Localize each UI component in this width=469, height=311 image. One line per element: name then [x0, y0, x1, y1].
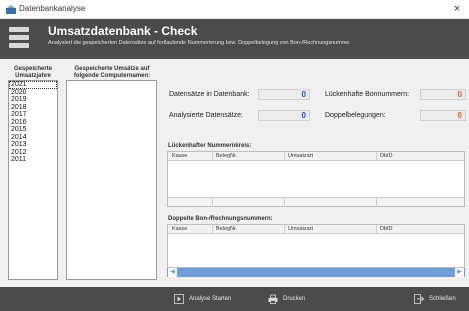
print-label: Drucken — [283, 296, 306, 302]
gaps-section-title: Lückenhafter Nummernkreis: — [168, 143, 252, 149]
analysed-value: 0 — [258, 110, 310, 121]
footer-bar: Analyse Starten Drucken Schließen — [0, 287, 469, 311]
analysed-label: Analysierte Datensätze: — [169, 112, 243, 119]
year-item[interactable]: 2021 — [9, 81, 57, 89]
dupes-table-header: Kasse BelegNr. Umsatzart DbID — [168, 225, 464, 234]
menu-logo-icon — [9, 27, 29, 49]
year-item[interactable]: 2013 — [9, 141, 57, 149]
printer-icon — [268, 294, 278, 304]
close-button[interactable]: Schließen — [414, 293, 456, 305]
dupes-table[interactable]: Kasse BelegNr. Umsatzart DbID — [167, 224, 465, 268]
records-value: 0 — [258, 89, 310, 100]
page-subtitle: Analysiert die gespeicherten Datensätze … — [48, 40, 350, 46]
computers-list-label: Gespeicherte Umsätze auf folgende Comput… — [64, 66, 160, 80]
scroll-left-icon[interactable]: ◀ — [168, 268, 177, 277]
year-item[interactable]: 2018 — [9, 104, 57, 112]
gaps-table-header: Kasse BelegNr. Umsatzart DbID — [168, 152, 464, 161]
gaps-table[interactable]: Kasse BelegNr. Umsatzart DbID — [167, 151, 465, 207]
gaps-col-dbid[interactable]: DbID — [380, 153, 393, 159]
close-icon[interactable]: × — [449, 1, 465, 17]
year-item[interactable]: 2014 — [9, 134, 57, 142]
print-button[interactable]: Drucken — [268, 293, 305, 305]
dupes-col-umsatzart[interactable]: Umsatzart — [288, 226, 313, 232]
year-item[interactable]: 2011 — [9, 156, 57, 164]
dupes-col-kasse[interactable]: Kasse — [172, 226, 187, 232]
computers-label-line1: Gespeicherte Umsätze auf — [74, 66, 150, 72]
page-title: Umsatzdatenbank - Check — [48, 24, 198, 38]
window-titlebar: Datenbankanalyse × — [0, 0, 469, 19]
scroll-right-icon[interactable]: ▶ — [455, 268, 464, 277]
duplicates-value: 0 — [420, 110, 466, 121]
computers-label-line2: folgende Computernamen: — [73, 73, 151, 79]
year-item[interactable]: 2017 — [9, 111, 57, 119]
gaps-col-kasse[interactable]: Kasse — [172, 153, 187, 159]
year-item[interactable]: 2016 — [9, 119, 57, 127]
years-list[interactable]: 2021 2020 2019 2018 2017 2016 2015 2014 2013 2012… — [8, 80, 58, 280]
dupes-section-title: Doppelte Bon-/Rechnungsnummern: — [168, 216, 273, 222]
play-icon — [174, 294, 184, 304]
gaps-table-footer — [168, 197, 464, 207]
missing-numbers-value: 0 — [420, 89, 466, 100]
years-label-line2: Umsatzjahre — [15, 73, 51, 79]
year-item[interactable]: 2012 — [9, 149, 57, 157]
database-app-icon — [6, 5, 16, 14]
analyse-start-label: Analyse Starten — [189, 296, 232, 302]
year-item[interactable]: 2020 — [9, 89, 57, 97]
dupes-horizontal-scrollbar[interactable]: ◀ ▶ — [167, 268, 465, 277]
dupes-col-dbid[interactable]: DbID — [380, 226, 393, 232]
years-label-line1: Gespeicherte — [13, 66, 53, 72]
years-list-label: Gespeicherte Umsatzjahre — [6, 66, 60, 80]
records-label: Datensätze in Datenbank: — [169, 91, 250, 98]
gaps-col-umsatzart[interactable]: Umsatzart — [288, 153, 313, 159]
dupes-col-belegnr[interactable]: BelegNr. — [216, 226, 237, 232]
duplicates-label: Doppelbelegungen: — [325, 112, 386, 119]
close-label: Schließen — [429, 296, 456, 302]
gaps-col-belegnr[interactable]: BelegNr. — [216, 153, 237, 159]
year-item[interactable]: 2015 — [9, 126, 57, 134]
missing-numbers-label: Lückenhafte Bonnummern: — [325, 91, 410, 98]
year-item[interactable]: 2019 — [9, 96, 57, 104]
analyse-start-button[interactable]: Analyse Starten — [174, 293, 231, 305]
computers-list[interactable] — [66, 80, 157, 280]
app-header: Umsatzdatenbank - Check Analysiert die g… — [0, 19, 469, 59]
exit-icon — [414, 294, 424, 304]
window-title: Datenbankanalyse — [19, 4, 86, 13]
